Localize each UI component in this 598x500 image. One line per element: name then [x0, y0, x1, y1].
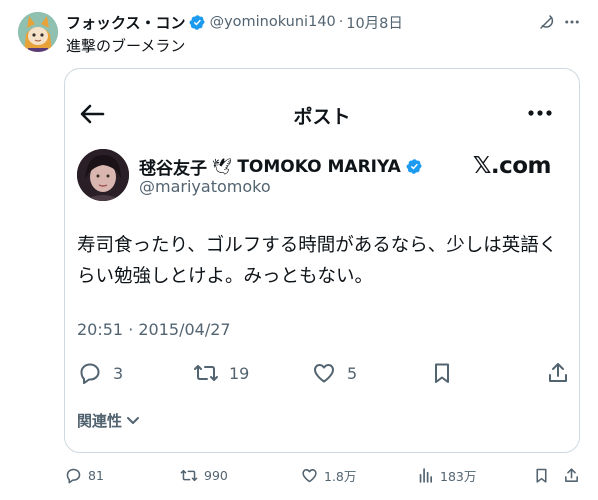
chevron-down-icon [126, 416, 140, 426]
quoted-share [545, 360, 571, 386]
share-button[interactable] [562, 466, 580, 484]
like-icon [311, 360, 337, 386]
reply-count: 81 [88, 467, 104, 483]
quoted-like: 5 [311, 360, 357, 386]
author-display-name[interactable]: フォックス・コン [66, 12, 186, 33]
verified-icon [189, 14, 206, 31]
author-handle[interactable]: @yominokuni140 [210, 14, 336, 30]
more-icon [527, 105, 553, 121]
embed-title: ポスト [293, 106, 351, 128]
quoted-author-avatar [77, 149, 129, 201]
quoted-repost-count: 19 [229, 363, 250, 383]
repost-button[interactable]: 990 [180, 466, 228, 484]
reply-icon [64, 466, 82, 484]
quoted-author-name-row: 毬谷友子 🕊 TOMOKO MARIYA [139, 154, 423, 179]
relevance-label: 関連性 [77, 412, 123, 430]
repost-icon [193, 360, 219, 386]
like-count: 1.8万 [324, 469, 357, 484]
views-count: 183万 [440, 469, 477, 484]
grok-icon[interactable] [537, 12, 557, 32]
dove-emoji: 🕊 [212, 157, 233, 176]
author-avatar[interactable] [18, 12, 58, 52]
reply-button[interactable]: 81 [64, 466, 104, 484]
views-button[interactable]: 183万 [416, 466, 476, 485]
quoted-bookmark [429, 360, 455, 386]
quoted-author-name-en: TOMOKO MARIYA [237, 156, 401, 177]
repost-count: 990 [204, 467, 228, 483]
bookmark-button[interactable] [532, 466, 550, 484]
quoted-reply-count: 3 [113, 363, 124, 383]
x-com-logo: 𝕏.com [472, 153, 552, 179]
post-text: 進撃のブーメラン [66, 37, 186, 55]
relevance-sort: 関連性 [77, 410, 140, 431]
quoted-post-timestamp: 20:51 · 2015/04/27 [77, 320, 231, 339]
quoted-author-handle: @mariyatomoko [139, 177, 271, 196]
quoted-post-text: 寿司食ったり、ゴルフする時間があるなら、少しは英語くらい勉強しとけよ。みっともな… [77, 235, 558, 287]
separator-dot: · [338, 14, 344, 30]
quoted-reply: 3 [77, 360, 123, 386]
like-icon [300, 467, 318, 485]
bookmark-icon [429, 360, 455, 386]
post-header: フォックス・コン @yominokuni140 · 10月8日 [66, 12, 403, 32]
more-icon[interactable] [562, 12, 582, 32]
share-icon [545, 360, 571, 386]
reply-icon [77, 360, 103, 386]
like-button[interactable]: 1.8万 [300, 466, 356, 485]
share-icon [562, 466, 580, 484]
bookmark-icon [532, 466, 550, 484]
quoted-repost: 19 [193, 360, 249, 386]
repost-icon [180, 466, 198, 484]
embedded-image-card[interactable]: ポスト 毬谷友子 🕊 TOMOKO MARIYA @mariyatomoko 𝕏… [64, 68, 580, 453]
verified-icon [406, 158, 423, 175]
post-action-bar: 81 990 1.8万 183万 [64, 466, 584, 490]
post-date[interactable]: 10月8日 [346, 12, 403, 33]
quoted-author-name: 毬谷友子 [139, 159, 207, 179]
quoted-like-count: 5 [347, 363, 358, 383]
quoted-action-bar: 3 19 5 [77, 360, 571, 386]
views-icon [416, 467, 434, 485]
